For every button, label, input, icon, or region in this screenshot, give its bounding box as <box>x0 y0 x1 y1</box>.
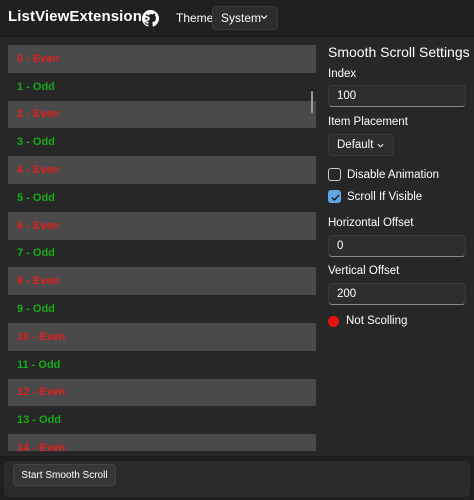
list-item[interactable]: 10 - Even <box>8 322 316 351</box>
vertical-offset-input[interactable]: 200 <box>328 283 466 305</box>
disable-animation-checkbox[interactable] <box>328 168 341 181</box>
index-input-value: 100 <box>337 90 357 102</box>
github-icon[interactable] <box>142 10 159 27</box>
list-item[interactable]: 8 - Even <box>8 267 316 296</box>
item-placement-label: Item Placement <box>328 116 408 128</box>
item-placement-value: Default <box>337 139 374 151</box>
theme-select[interactable]: System <box>212 6 278 30</box>
disable-animation-label: Disable Animation <box>347 168 440 181</box>
list-item[interactable]: 4 - Even <box>8 156 316 184</box>
list-item-label: 0 - Even <box>17 52 60 65</box>
chevron-down-icon <box>377 143 384 148</box>
list-item-label: 10 - Even <box>17 330 66 343</box>
horizontal-offset-value: 0 <box>337 240 344 252</box>
scroll-if-visible-checkbox[interactable] <box>328 190 341 203</box>
settings-title: Smooth Scroll Settings <box>328 44 470 60</box>
checkmark-icon <box>331 194 340 202</box>
list-item-label: 13 - Odd <box>17 414 62 427</box>
list-item[interactable]: 0 - Even <box>8 45 316 73</box>
list-item-label: 11 - Odd <box>17 358 61 371</box>
list-item-label: 8 - Even <box>17 275 60 288</box>
vertical-offset-label: Vertical Offset <box>328 265 400 277</box>
status-text: Not Scolling <box>346 315 408 327</box>
list-item[interactable]: 13 - Odd <box>8 406 316 434</box>
item-placement-select[interactable]: Default <box>328 134 394 156</box>
theme-select-value: System <box>221 11 262 25</box>
list-item[interactable]: 5 - Odd <box>8 184 316 212</box>
items-list-view[interactable]: 0 - Even 1 - Odd 2 - Even 3 - Odd 4 - Even 5 … <box>8 45 316 451</box>
horizontal-offset-input[interactable]: 0 <box>328 235 466 257</box>
chevron-down-icon <box>260 15 268 20</box>
list-item-label: 1 - Odd <box>17 80 55 93</box>
scroll-if-visible-label: Scroll If Visible <box>347 190 423 203</box>
list-item[interactable]: 11 - Odd <box>8 351 316 379</box>
list-item-label: 12 - Even <box>17 386 66 399</box>
list-scrollbar[interactable] <box>311 91 313 113</box>
horizontal-offset-label: Horizontal Offset <box>328 217 414 229</box>
list-item[interactable]: 9 - Odd <box>8 295 316 323</box>
list-item-label: 5 - Odd <box>17 191 55 204</box>
list-item-label: 4 - Even <box>17 164 60 177</box>
list-item-label: 14 - Even <box>17 442 66 451</box>
disable-animation-row[interactable]: Disable Animation <box>328 168 439 181</box>
scroll-if-visible-row[interactable]: Scroll If Visible <box>328 190 422 203</box>
status-indicator-icon <box>328 315 339 327</box>
list-item-label: 3 - Odd <box>17 136 55 149</box>
list-item-label: 7 - Odd <box>17 247 55 260</box>
list-item[interactable]: 6 - Even <box>8 211 316 240</box>
title-bar: ListViewExtensions Theme System <box>0 0 474 36</box>
vertical-offset-value: 200 <box>337 288 357 300</box>
index-input[interactable]: 100 <box>328 85 466 107</box>
list-item-label: 9 - Odd <box>17 303 55 316</box>
list-item[interactable]: 12 - Even <box>8 378 316 407</box>
index-label: Index <box>328 68 357 80</box>
list-item[interactable]: 14 - Even <box>8 434 316 451</box>
list-item-label: 2 - Even <box>17 108 60 121</box>
list-item[interactable]: 3 - Odd <box>8 128 316 156</box>
scroll-status: Not Scolling <box>328 315 407 327</box>
list-item[interactable]: 2 - Even <box>8 100 316 129</box>
list-item-label: 6 - Even <box>17 219 60 232</box>
list-item[interactable]: 1 - Odd <box>8 73 316 101</box>
list-item[interactable]: 7 - Odd <box>8 240 316 268</box>
app-title: ListViewExtensions <box>8 8 151 25</box>
start-smooth-scroll-button[interactable]: Start Smooth Scroll <box>13 464 116 486</box>
theme-label: Theme <box>176 11 214 25</box>
